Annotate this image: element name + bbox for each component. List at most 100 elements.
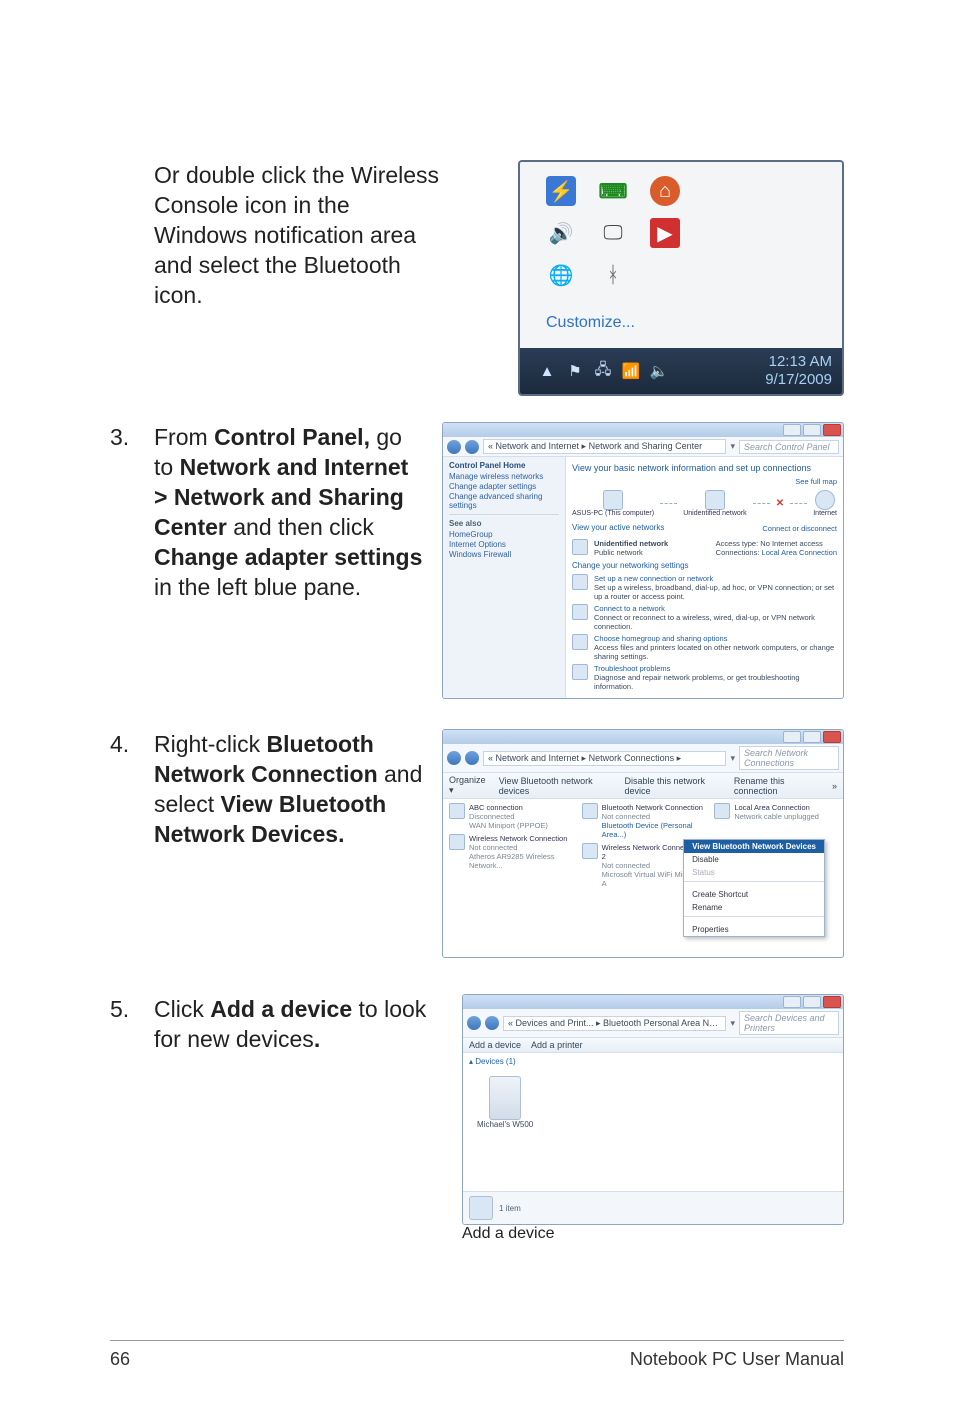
see-also-internet-options[interactable]: Internet Options [449,540,559,549]
ctx-status: Status [684,866,824,879]
toolbar-add-printer[interactable]: Add a printer [531,1040,583,1050]
devices-group[interactable]: ▴ Devices (1) [469,1057,837,1066]
nav-back-icon[interactable] [447,440,461,454]
toolbar: Organize ▾ View Bluetooth network device… [443,773,843,799]
close-button[interactable] [823,424,841,436]
setup-connection-link[interactable]: Set up a new connection or network [594,574,713,583]
monitor-icon: 🖵 [598,218,628,248]
wifi-icon [449,834,465,850]
clock-date: 9/17/2009 [765,371,832,389]
disconnect-icon: ✕ [776,498,784,509]
nav-back-icon[interactable] [467,1016,481,1030]
status-text: 1 item [499,1204,521,1213]
ctx-create-shortcut[interactable]: Create Shortcut [684,888,824,901]
sidebar-item-change-adapter[interactable]: Change adapter settings [449,482,559,491]
connect-network-link[interactable]: Connect to a network [594,604,665,613]
toolbar-rename[interactable]: Rename this connection [734,776,822,796]
min-button[interactable] [783,996,801,1008]
min-button[interactable] [783,424,801,436]
fig-bt-pan-devices: « Devices and Print... ▸ Bluetooth Perso… [462,994,844,1225]
step5-number: 5. [110,994,154,1024]
homegroup-icon [572,634,588,650]
sidebar-title: Control Panel Home [449,461,559,470]
toolbar-more[interactable]: » [832,781,837,791]
nav-back-icon[interactable] [447,751,461,765]
taskbar: ▲ ⚑ 🖧 📶 🔈 12:13 AM 9/17/2009 [520,348,842,394]
min-button[interactable] [783,731,801,743]
status-bar: 1 item [463,1191,843,1224]
taskbar-clock[interactable]: 12:13 AM 9/17/2009 [765,353,834,389]
control-panel-sidebar: Control Panel Home Manage wireless netwo… [443,457,566,698]
step4-text: Right-click Bluetooth Network Connection… [154,729,424,849]
close-button[interactable] [823,996,841,1008]
clock-time: 12:13 AM [765,353,832,371]
wifi2-icon [582,843,598,859]
see-full-map-link[interactable]: See full map [795,477,837,486]
troubleshoot-link[interactable]: Troubleshoot problems [594,664,670,673]
breadcrumb[interactable]: « Devices and Print... ▸ Bluetooth Perso… [503,1016,726,1031]
internet-icon [815,490,835,510]
video-icon: ▶ [650,218,680,248]
ctx-rename[interactable]: Rename [684,901,824,914]
bt-conn-icon [582,803,598,819]
active-networks-heading: View your active networks [572,523,664,532]
volume-tray-icon[interactable]: 🔈 [650,362,668,380]
wifi-tray-icon[interactable]: 📶 [622,362,640,380]
flag-icon[interactable]: ⚑ [566,362,584,380]
troubleshoot-icon [572,664,588,680]
conn-item[interactable]: ABC connectionDisconnectedWAN Miniport (… [449,803,572,830]
sidebar-item-manage-wireless[interactable]: Manage wireless networks [449,472,559,481]
toolbar-view-bt[interactable]: View Bluetooth network devices [499,776,615,796]
search-input[interactable]: Search Control Panel [739,440,839,454]
conn-item[interactable]: Wireless Network ConnectionNot connected… [449,834,572,870]
homegroup-link[interactable]: Choose homegroup and sharing options [594,634,727,643]
fig-network-sharing-center: « Network and Internet ▸ Network and Sha… [442,422,844,699]
connect-disconnect-link[interactable]: Connect or disconnect [762,524,837,533]
customize-link[interactable]: Customize... [546,314,635,331]
network-tray-icon[interactable]: 🖧 [594,362,612,380]
status-icon [469,1196,493,1220]
step5-text: Click Add a device to look for new devic… [154,994,444,1054]
close-button[interactable] [823,731,841,743]
step3-text: From Control Panel, go to Network and In… [154,422,424,602]
dialup-icon [449,803,465,819]
manual-title: Notebook PC User Manual [630,1349,844,1370]
toolbar-organize[interactable]: Organize ▾ [449,775,489,796]
nav-fwd-icon[interactable] [465,440,479,454]
nav-fwd-icon[interactable] [485,1016,499,1030]
search-input[interactable]: Search Network Connections [739,746,839,770]
see-also-title: See also [449,519,559,528]
chevron-up-icon[interactable]: ▲ [538,362,556,380]
page-number: 66 [110,1349,130,1370]
network-node-icon [705,490,725,510]
nsc-heading: View your basic network information and … [572,463,837,473]
step4-number: 4. [110,729,154,759]
page-footer: 66 Notebook PC User Manual [110,1340,844,1370]
toolbar-add-device[interactable]: Add a device [469,1040,521,1050]
context-menu: View Bluetooth Network Devices Disable S… [683,839,825,937]
toolbar-disable[interactable]: Disable this network device [624,776,723,796]
speaker-icon: 🔊 [546,218,576,248]
conn-item[interactable]: Local Area ConnectionNetwork cable unplu… [714,803,837,821]
max-button[interactable] [803,996,821,1008]
nsc-content: View your basic network information and … [566,457,843,698]
nav-fwd-icon[interactable] [465,751,479,765]
sidebar-item-advanced-sharing[interactable]: Change advanced sharing settings [449,492,559,510]
intro-text: Or double click the Wireless Console ico… [154,160,444,310]
ctx-view-bt-devices[interactable]: View Bluetooth Network Devices [684,840,824,853]
max-button[interactable] [803,424,821,436]
ctx-properties[interactable]: Properties [684,923,824,936]
search-input[interactable]: Search Devices and Printers [739,1011,839,1035]
home-icon: ⌂ [650,176,680,206]
see-also-windows-firewall[interactable]: Windows Firewall [449,550,559,559]
ctx-disable[interactable]: Disable [684,853,824,866]
see-also-homegroup[interactable]: HomeGroup [449,530,559,539]
bench-icon [572,539,588,555]
breadcrumb[interactable]: « Network and Internet ▸ Network and Sha… [483,439,726,454]
max-button[interactable] [803,731,821,743]
connect-icon [572,604,588,620]
breadcrumb[interactable]: « Network and Internet ▸ Network Connect… [483,751,726,766]
add-a-device-callout: Add a device [462,1225,844,1243]
conn-item-bluetooth[interactable]: Bluetooth Network ConnectionNot connecte… [582,803,705,839]
device-item[interactable]: Michael's W500 [477,1076,533,1129]
